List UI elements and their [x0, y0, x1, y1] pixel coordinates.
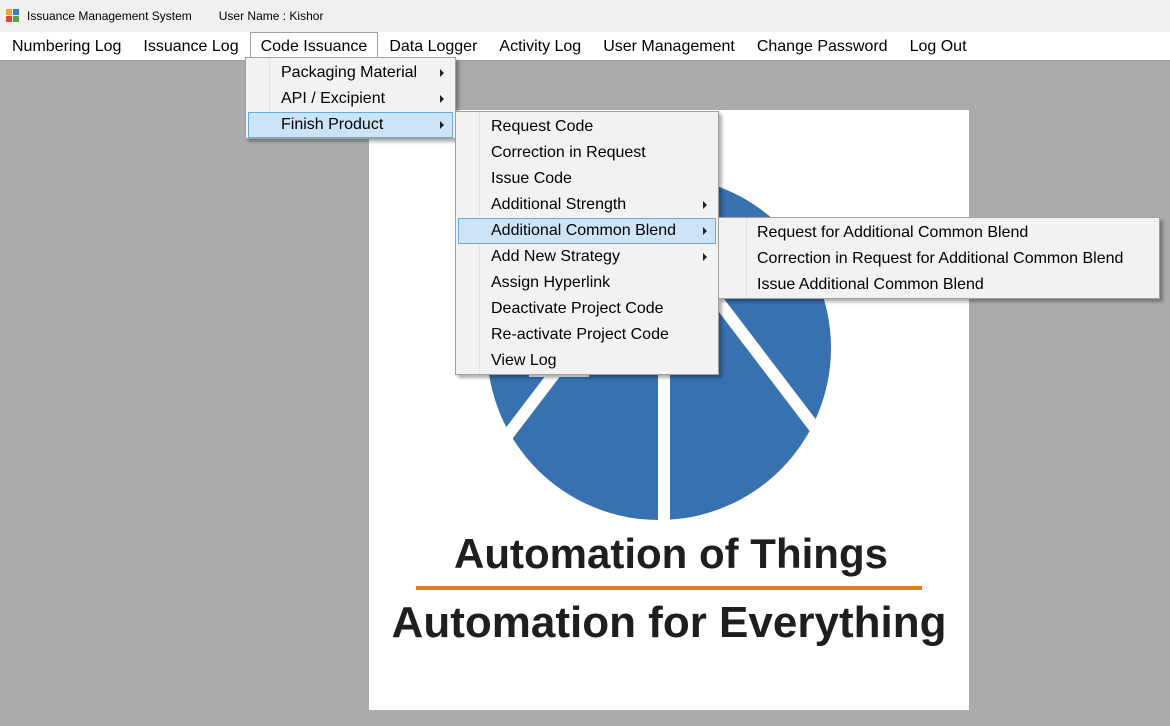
- menu-issuance-log[interactable]: Issuance Log: [132, 32, 249, 61]
- submenu-arrow-icon: [703, 201, 707, 209]
- menu-item-packaging-material[interactable]: Packaging Material: [248, 60, 453, 86]
- menu-item-correction-request-additional-common-blend[interactable]: Correction in Request for Additional Com…: [721, 246, 1157, 272]
- submenu-arrow-icon: [703, 227, 707, 235]
- menu-item-request-additional-common-blend[interactable]: Request for Additional Common Blend: [721, 220, 1157, 246]
- menu-item-view-log[interactable]: View Log: [458, 348, 716, 374]
- submenu-arrow-icon: [440, 121, 444, 129]
- menu-item-issue-code[interactable]: Issue Code: [458, 166, 716, 192]
- app-icon: [6, 9, 20, 23]
- menu-item-additional-strength[interactable]: Additional Strength: [458, 192, 716, 218]
- user-name-label: User Name : Kishor: [218, 9, 324, 23]
- menu-item-add-new-strategy[interactable]: Add New Strategy: [458, 244, 716, 270]
- menu-item-request-code[interactable]: Request Code: [458, 114, 716, 140]
- poster-tagline-primary: Automation of Things: [454, 530, 888, 577]
- submenu-arrow-icon: [440, 95, 444, 103]
- submenu-arrow-icon: [703, 253, 707, 261]
- menu-numbering-log[interactable]: Numbering Log: [1, 32, 132, 61]
- menu-item-additional-common-blend[interactable]: Additional Common Blend: [458, 218, 716, 244]
- app-title: Issuance Management System: [27, 9, 192, 23]
- menu-item-correction-in-request[interactable]: Correction in Request: [458, 140, 716, 166]
- title-bar: Issuance Management System User Name : K…: [0, 0, 1170, 32]
- menu-item-deactivate-project-code[interactable]: Deactivate Project Code: [458, 296, 716, 322]
- menu-item-issue-additional-common-blend[interactable]: Issue Additional Common Blend: [721, 272, 1157, 298]
- menu-item-reactivate-project-code[interactable]: Re-activate Project Code: [458, 322, 716, 348]
- menu-item-assign-hyperlink[interactable]: Assign Hyperlink: [458, 270, 716, 296]
- menu-log-out[interactable]: Log Out: [899, 32, 978, 61]
- finish-product-submenu: Request Code Correction in Request Issue…: [455, 111, 719, 375]
- menu-item-finish-product[interactable]: Finish Product: [248, 112, 453, 138]
- menu-user-management[interactable]: User Management: [592, 32, 746, 61]
- menu-bar: Numbering Log Issuance Log Code Issuance…: [0, 32, 1170, 61]
- poster-tagline-secondary: Automation for Everything: [391, 598, 947, 647]
- additional-common-blend-submenu: Request for Additional Common Blend Corr…: [718, 217, 1160, 299]
- menu-item-api-excipient[interactable]: API / Excipient: [248, 86, 453, 112]
- menu-activity-log[interactable]: Activity Log: [488, 32, 592, 61]
- poster-divider: [416, 586, 922, 590]
- code-issuance-dropdown: Packaging Material API / Excipient Finis…: [245, 57, 456, 139]
- menu-change-password[interactable]: Change Password: [746, 32, 899, 61]
- submenu-arrow-icon: [440, 69, 444, 77]
